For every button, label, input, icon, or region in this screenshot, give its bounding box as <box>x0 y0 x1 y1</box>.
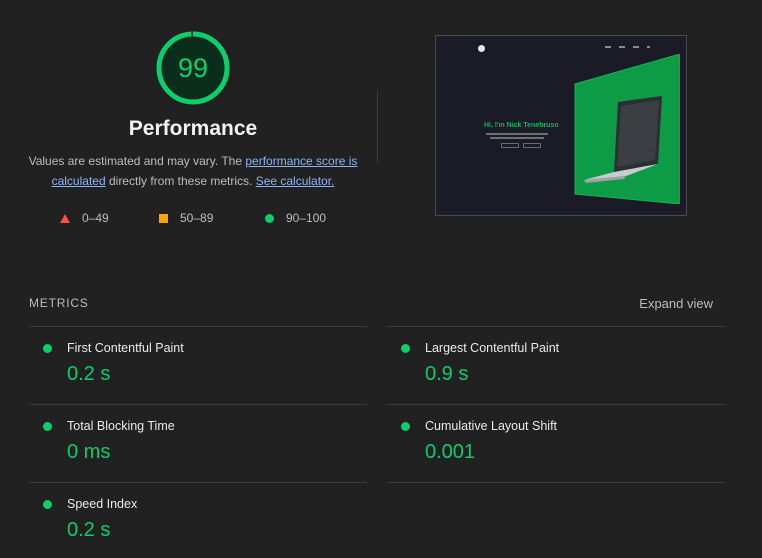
site-nav <box>605 46 650 48</box>
metric-name: Largest Contentful Paint <box>425 341 560 355</box>
metric-value: 0.2 s <box>67 363 111 385</box>
pass-circle-icon <box>401 344 410 353</box>
hero-subtitle-line <box>490 137 544 139</box>
metric-name: Cumulative Layout Shift <box>425 419 558 433</box>
legend-item-pass: 90–100 <box>265 210 326 226</box>
expand-view-toggle[interactable]: Expand view <box>639 296 713 311</box>
metric-name: Speed Index <box>67 497 138 511</box>
legend-range: 0–49 <box>82 211 109 225</box>
pass-circle-icon <box>401 422 410 431</box>
metrics-heading: METRICS <box>29 296 89 310</box>
metric-name: Total Blocking Time <box>67 419 175 433</box>
square-icon <box>159 213 168 223</box>
metric-speed-index: Speed Index 0.2 s <box>29 482 349 552</box>
legend-item-fail: 0–49 <box>60 210 109 226</box>
divider <box>377 90 378 162</box>
triangle-icon <box>60 213 70 223</box>
hero-image <box>574 54 680 204</box>
final-screenshot[interactable]: Hi, I'm Nick Tenebruso <box>435 35 687 216</box>
pass-circle-icon <box>43 344 52 353</box>
legend-range: 50–89 <box>180 211 214 225</box>
category-description: Values are estimated and may vary. The p… <box>20 151 366 191</box>
divider <box>387 482 725 483</box>
pass-circle-icon <box>43 500 52 509</box>
legend-range: 90–100 <box>286 211 327 225</box>
hero-button <box>523 143 541 148</box>
hero-title: Hi, I'm Nick Tenebruso <box>484 122 559 129</box>
description-text: Values are estimated and may vary. The <box>28 154 246 168</box>
pass-circle-icon <box>43 422 52 431</box>
metric-total-blocking-time: Total Blocking Time 0 ms <box>29 404 349 474</box>
legend-item-average: 50–89 <box>159 210 213 226</box>
description-text: directly from these metrics. <box>105 174 256 188</box>
site-logo-icon <box>478 45 485 52</box>
metric-value: 0 ms <box>67 441 111 463</box>
screenshot-page: Hi, I'm Nick Tenebruso <box>440 40 682 211</box>
hero-button <box>501 143 519 148</box>
metric-value: 0.2 s <box>67 519 111 541</box>
metric-value: 0.001 <box>425 441 476 463</box>
metric-first-contentful-paint: First Contentful Paint 0.2 s <box>29 326 349 396</box>
circle-icon <box>265 213 274 223</box>
hero-subtitle-line <box>486 133 548 135</box>
metric-name: First Contentful Paint <box>67 341 184 355</box>
metric-value: 0.9 s <box>425 363 469 385</box>
metric-largest-contentful-paint: Largest Contentful Paint 0.9 s <box>387 326 707 396</box>
metric-cumulative-layout-shift: Cumulative Layout Shift 0.001 <box>387 404 707 474</box>
see-calculator-link[interactable]: See calculator. <box>256 174 335 188</box>
category-title: Performance <box>128 117 258 140</box>
performance-gauge: 99 <box>156 31 230 105</box>
performance-score: 99 <box>177 53 209 83</box>
